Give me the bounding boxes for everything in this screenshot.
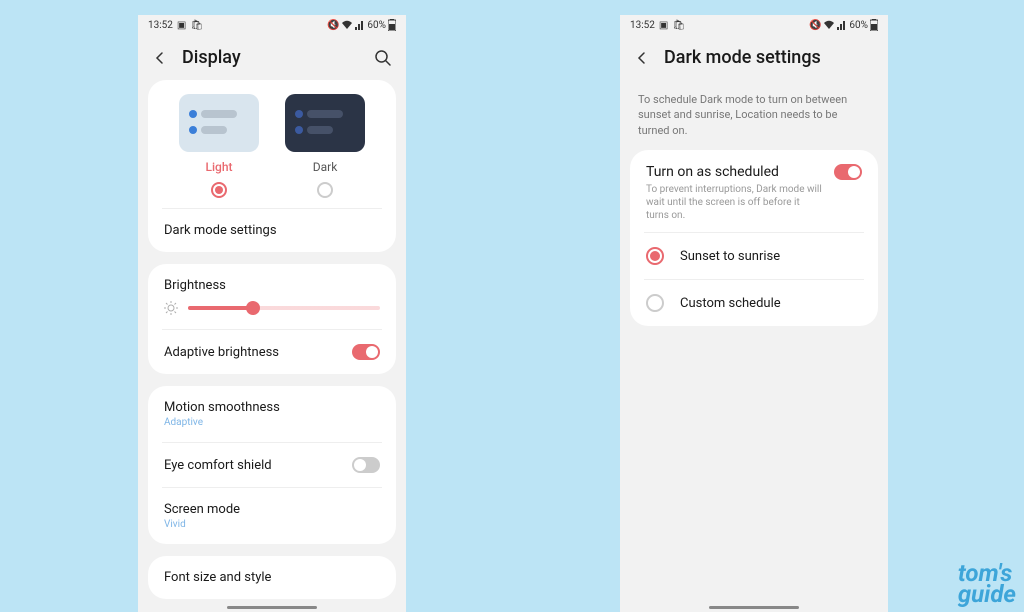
screen-mode-label: Screen mode: [164, 502, 240, 517]
phone-display-settings: 13:52 ▣ 🛍 🔇 60% Display: [138, 15, 406, 612]
mute-icon: 🔇: [327, 20, 339, 31]
custom-label: Custom schedule: [680, 296, 781, 311]
wifi-icon: [823, 20, 835, 30]
status-image-icon: ▣: [659, 20, 668, 31]
back-icon[interactable]: [634, 50, 650, 66]
light-preview: [179, 94, 259, 152]
screen-mode-sub: Vivid: [164, 519, 186, 530]
dark-mode-settings-label: Dark mode settings: [164, 223, 277, 238]
search-icon[interactable]: [374, 49, 392, 67]
motion-smoothness-row[interactable]: Motion smoothness Adaptive: [148, 386, 396, 442]
turn-on-scheduled-row[interactable]: Turn on as scheduled To prevent interrup…: [630, 150, 878, 232]
signal-icon: [355, 20, 365, 30]
status-time: 13:52: [148, 20, 173, 31]
brightness-slider[interactable]: [188, 306, 380, 310]
custom-radio[interactable]: [646, 294, 664, 312]
motion-smoothness-label: Motion smoothness: [164, 400, 280, 415]
battery-icon: [388, 19, 396, 31]
adaptive-brightness-label: Adaptive brightness: [164, 345, 279, 360]
signal-icon: [837, 20, 847, 30]
motion-smoothness-sub: Adaptive: [164, 417, 203, 428]
font-card: Font size and style: [148, 556, 396, 599]
battery-icon: [870, 19, 878, 31]
status-app-icon: 🛍: [672, 20, 685, 31]
screen-mode-row[interactable]: Screen mode Vivid: [148, 488, 396, 544]
dark-mode-settings-row[interactable]: Dark mode settings: [148, 209, 396, 252]
dark-preview: [285, 94, 365, 152]
custom-schedule-option[interactable]: Custom schedule: [630, 280, 878, 326]
sun-icon: [164, 301, 178, 315]
nav-indicator[interactable]: [227, 606, 317, 609]
slider-thumb[interactable]: [246, 301, 260, 315]
wifi-icon: [341, 20, 353, 30]
sunset-label: Sunset to sunrise: [680, 249, 780, 264]
mute-icon: 🔇: [809, 20, 821, 31]
brightness-card: Brightness Adaptive brightness: [148, 264, 396, 374]
header: Display: [138, 35, 406, 80]
sunset-radio[interactable]: [646, 247, 664, 265]
scheduled-title: Turn on as scheduled: [646, 164, 824, 180]
light-label: Light: [205, 160, 232, 174]
light-radio[interactable]: [211, 182, 227, 198]
status-bar: 13:52 ▣ 🛍 🔇 60%: [138, 15, 406, 35]
back-icon[interactable]: [152, 50, 168, 66]
schedule-card: Turn on as scheduled To prevent interrup…: [630, 150, 878, 326]
font-size-label: Font size and style: [164, 570, 271, 585]
nav-indicator[interactable]: [709, 606, 799, 609]
eye-comfort-label: Eye comfort shield: [164, 458, 272, 473]
theme-light-option[interactable]: Light: [166, 94, 272, 198]
theme-dark-option[interactable]: Dark: [272, 94, 378, 198]
adaptive-brightness-row[interactable]: Adaptive brightness: [148, 330, 396, 374]
schedule-description: To schedule Dark mode to turn on between…: [620, 80, 888, 150]
theme-card: Light Dark Dark mode settings: [148, 80, 396, 252]
battery-text: 60%: [849, 20, 868, 31]
brightness-label: Brightness: [164, 278, 380, 293]
font-size-row[interactable]: Font size and style: [148, 556, 396, 599]
adaptive-brightness-toggle[interactable]: [352, 344, 380, 360]
watermark: tom's guide: [958, 563, 1016, 604]
battery-text: 60%: [367, 20, 386, 31]
sunset-sunrise-option[interactable]: Sunset to sunrise: [630, 233, 878, 279]
page-title: Display: [182, 47, 360, 68]
status-time: 13:52: [630, 20, 655, 31]
display-options-card: Motion smoothness Adaptive Eye comfort s…: [148, 386, 396, 544]
scheduled-sub: To prevent interruptions, Dark mode will…: [646, 183, 824, 222]
phone-dark-mode-settings: 13:52 ▣ 🛍 🔇 60% Dark mode settings To sc…: [620, 15, 888, 612]
dark-radio[interactable]: [317, 182, 333, 198]
header: Dark mode settings: [620, 35, 888, 80]
dark-label: Dark: [313, 160, 338, 174]
scheduled-toggle[interactable]: [834, 164, 862, 180]
eye-comfort-row[interactable]: Eye comfort shield: [148, 443, 396, 487]
status-app-icon: 🛍: [190, 20, 203, 31]
eye-comfort-toggle[interactable]: [352, 457, 380, 473]
status-image-icon: ▣: [177, 20, 186, 31]
status-bar: 13:52 ▣ 🛍 🔇 60%: [620, 15, 888, 35]
page-title: Dark mode settings: [664, 47, 874, 68]
